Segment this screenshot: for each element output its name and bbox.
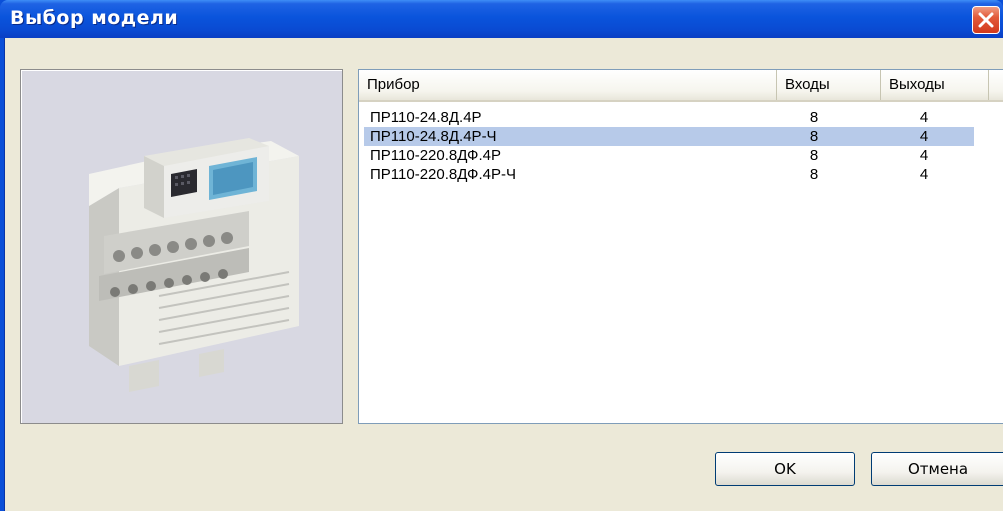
- device-inputs: 8: [809, 128, 819, 145]
- table-row[interactable]: ПР110-220.8ДФ.4Р 8 4: [364, 146, 974, 165]
- ok-button[interactable]: OK: [715, 452, 855, 486]
- device-inputs: 8: [809, 166, 819, 183]
- device-name: ПР110-220.8ДФ.4Р: [370, 147, 501, 164]
- device-name: ПР110-24.8Д.4Р-Ч: [370, 128, 497, 145]
- column-header-outputs[interactable]: Выходы: [881, 70, 989, 100]
- device-outputs: 4: [919, 147, 929, 164]
- close-icon: [978, 12, 994, 28]
- dialog-client-area: Прибор Входы Выходы ПР110-24.8Д.4Р 8 4 П…: [4, 38, 1003, 511]
- device-image-panel: [20, 69, 343, 424]
- device-name: ПР110-24.8Д.4Р: [370, 109, 482, 126]
- device-list[interactable]: Прибор Входы Выходы ПР110-24.8Д.4Р 8 4 П…: [358, 69, 1003, 424]
- dialog-window: Выбор модели Прибор Входы Выходы ПР110-2…: [0, 0, 1003, 511]
- column-header-device[interactable]: Прибор: [359, 70, 777, 100]
- column-header-inputs[interactable]: Входы: [777, 70, 881, 100]
- device-outputs: 4: [919, 109, 929, 126]
- device-inputs: 8: [809, 109, 819, 126]
- device-outputs: 4: [919, 166, 929, 183]
- cancel-button[interactable]: Отмена: [871, 452, 1003, 486]
- close-button[interactable]: [972, 6, 1000, 34]
- table-row[interactable]: ПР110-24.8Д.4Р 8 4: [364, 108, 974, 127]
- title-bar[interactable]: Выбор модели: [0, 0, 1003, 38]
- window-title: Выбор модели: [10, 7, 179, 29]
- table-row[interactable]: ПР110-220.8ДФ.4Р-Ч 8 4: [364, 165, 974, 184]
- device-image: [89, 138, 299, 392]
- device-name: ПР110-220.8ДФ.4Р-Ч: [370, 166, 516, 183]
- device-inputs: 8: [809, 147, 819, 164]
- table-row-selected[interactable]: ПР110-24.8Д.4Р-Ч 8 4: [364, 127, 974, 146]
- device-outputs: 4: [919, 128, 929, 145]
- list-header: Прибор Входы Выходы: [359, 70, 1003, 102]
